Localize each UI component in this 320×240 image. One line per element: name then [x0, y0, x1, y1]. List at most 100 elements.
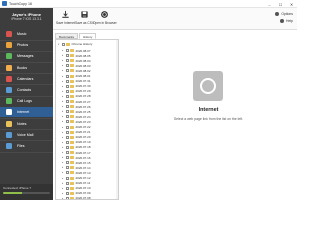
gear-icon	[275, 12, 280, 16]
expand-icon[interactable]: ▸	[62, 75, 65, 78]
tree-checkbox[interactable]	[66, 59, 69, 63]
maximize-button[interactable]: ☐	[275, 0, 286, 8]
close-button[interactable]: ✕	[286, 0, 297, 8]
sidebar-item-books[interactable]: Books	[0, 63, 53, 73]
expand-icon[interactable]: ▸	[62, 120, 65, 123]
expand-icon[interactable]: ▸	[62, 100, 65, 103]
expand-icon[interactable]: ▸	[62, 110, 65, 113]
tree-checkbox[interactable]	[66, 166, 69, 170]
expand-icon[interactable]: ▸	[62, 126, 65, 129]
tree-checkbox[interactable]	[66, 74, 69, 78]
expand-icon[interactable]: ▸	[62, 69, 65, 72]
expand-icon[interactable]: ▸	[62, 192, 65, 195]
tree-root[interactable]: ▾ Chrome History	[58, 42, 92, 46]
tree-checkbox[interactable]	[66, 64, 69, 68]
tree-checkbox[interactable]	[66, 145, 69, 149]
tree-checkbox[interactable]	[66, 171, 69, 175]
tree-checkbox[interactable]	[66, 125, 69, 129]
expand-icon[interactable]: ▸	[62, 156, 65, 159]
tree-checkbox[interactable]	[62, 42, 65, 46]
tree-checkbox[interactable]	[66, 191, 69, 195]
folder-icon	[70, 120, 74, 124]
save-internet-button[interactable]: Save Internet	[56, 10, 75, 25]
expand-icon[interactable]: ▸	[62, 105, 65, 108]
collapse-icon[interactable]: ▾	[58, 43, 61, 46]
device-header[interactable]: Jayne's iPhone iPhone 7 iOS 13.3.1	[0, 8, 53, 29]
sidebar-item-photos[interactable]: Photos	[0, 40, 53, 50]
expand-icon[interactable]: ▸	[62, 161, 65, 164]
sidebar-item-contacts[interactable]: Contacts	[0, 85, 53, 95]
tree-item-label: 2020.07.22	[75, 125, 91, 129]
expand-icon[interactable]: ▸	[62, 136, 65, 139]
sidebar-item-label: Internet	[17, 110, 30, 115]
tree-checkbox[interactable]	[66, 79, 69, 83]
sidebar-item-notes[interactable]: Notes	[0, 119, 53, 129]
sidebar-item-call-logs[interactable]: Call Logs	[0, 96, 53, 106]
tree-checkbox[interactable]	[66, 196, 69, 199]
tree-checkbox[interactable]	[66, 130, 69, 134]
tree-checkbox[interactable]	[66, 105, 69, 109]
tree-checkbox[interactable]	[66, 115, 69, 119]
expand-icon[interactable]: ▸	[62, 187, 65, 190]
tree-item-label: 2020.07.11	[75, 181, 91, 186]
tree-checkbox[interactable]	[66, 84, 69, 88]
expand-icon[interactable]: ▸	[62, 85, 65, 88]
tree-checkbox[interactable]	[66, 54, 69, 58]
tree-checkbox[interactable]	[66, 135, 69, 139]
minimize-button[interactable]: –	[264, 0, 275, 8]
expand-icon[interactable]: ▸	[62, 146, 65, 149]
expand-icon[interactable]: ▸	[62, 182, 65, 185]
device-details: iPhone 7 iOS 13.3.1	[11, 17, 42, 21]
tree-checkbox[interactable]	[66, 49, 69, 52]
expand-icon[interactable]: ▸	[62, 49, 65, 52]
expand-icon[interactable]: ▸	[62, 151, 65, 154]
tree-item[interactable]: ▸ 2020.07.08	[62, 196, 91, 199]
sidebar-item-internet[interactable]: Internet	[0, 107, 53, 118]
tree-checkbox[interactable]	[66, 89, 69, 93]
tree-checkbox[interactable]	[66, 156, 69, 160]
sidebar-item-label: Files	[17, 144, 25, 148]
options-button[interactable]: Options	[275, 12, 293, 16]
tree-checkbox[interactable]	[66, 69, 69, 73]
expand-icon[interactable]: ▸	[62, 90, 65, 93]
sidebar-item-label: Calendars	[17, 76, 34, 81]
tree-checkbox[interactable]	[66, 161, 69, 165]
sidebar-item-files[interactable]: Files	[0, 141, 53, 151]
folder-icon	[70, 181, 74, 185]
tree-scrollbar[interactable]	[116, 40, 118, 199]
sidebar-item-calendars[interactable]: Calendars	[0, 74, 53, 84]
tree-checkbox[interactable]	[66, 140, 69, 144]
save-as-csv-button[interactable]: Save as CSV	[75, 10, 94, 25]
tree-checkbox[interactable]	[66, 100, 69, 103]
expand-icon[interactable]: ▸	[62, 141, 65, 144]
expand-icon[interactable]: ▸	[62, 131, 65, 134]
tree-item-label: 2020.07.14	[75, 165, 91, 170]
expand-icon[interactable]: ▸	[62, 64, 65, 67]
expand-icon[interactable]: ▸	[62, 171, 65, 174]
tree-checkbox[interactable]	[66, 176, 69, 180]
expand-icon[interactable]: ▸	[62, 95, 65, 98]
sidebar-item-label: Messages	[17, 54, 34, 59]
sidebar-item-music[interactable]: Music	[0, 29, 53, 39]
tree-checkbox[interactable]	[66, 94, 69, 98]
expand-icon[interactable]: ▸	[62, 177, 65, 180]
expand-icon[interactable]: ▸	[62, 59, 65, 62]
tree-checkbox[interactable]	[66, 110, 69, 114]
tree-checkbox[interactable]	[66, 186, 69, 190]
open-in-browser-button[interactable]: Open in Browser	[93, 10, 117, 25]
expand-icon[interactable]: ▸	[62, 197, 65, 199]
title-bar: TouchCopy 16 – ☐ ✕	[0, 0, 297, 8]
sidebar-item-label: Notes	[17, 121, 27, 126]
tree-item-label: 2020.07.13	[75, 170, 91, 175]
expand-icon[interactable]: ▸	[62, 54, 65, 57]
expand-icon[interactable]: ▸	[62, 80, 65, 83]
sidebar-item-voice-mail[interactable]: Voice Mail	[0, 130, 53, 140]
tree-checkbox[interactable]	[66, 151, 69, 154]
sidebar-item-messages[interactable]: Messages	[0, 51, 53, 61]
help-button[interactable]: Help	[280, 19, 293, 23]
expand-icon[interactable]: ▸	[62, 115, 65, 118]
expand-icon[interactable]: ▸	[62, 166, 65, 169]
tree-checkbox[interactable]	[66, 120, 69, 124]
tree-checkbox[interactable]	[66, 181, 69, 185]
history-tree[interactable]: ▾ Chrome History ▸ 2020.08.07 ▸ 2020.08.05 ▸…	[55, 39, 119, 200]
